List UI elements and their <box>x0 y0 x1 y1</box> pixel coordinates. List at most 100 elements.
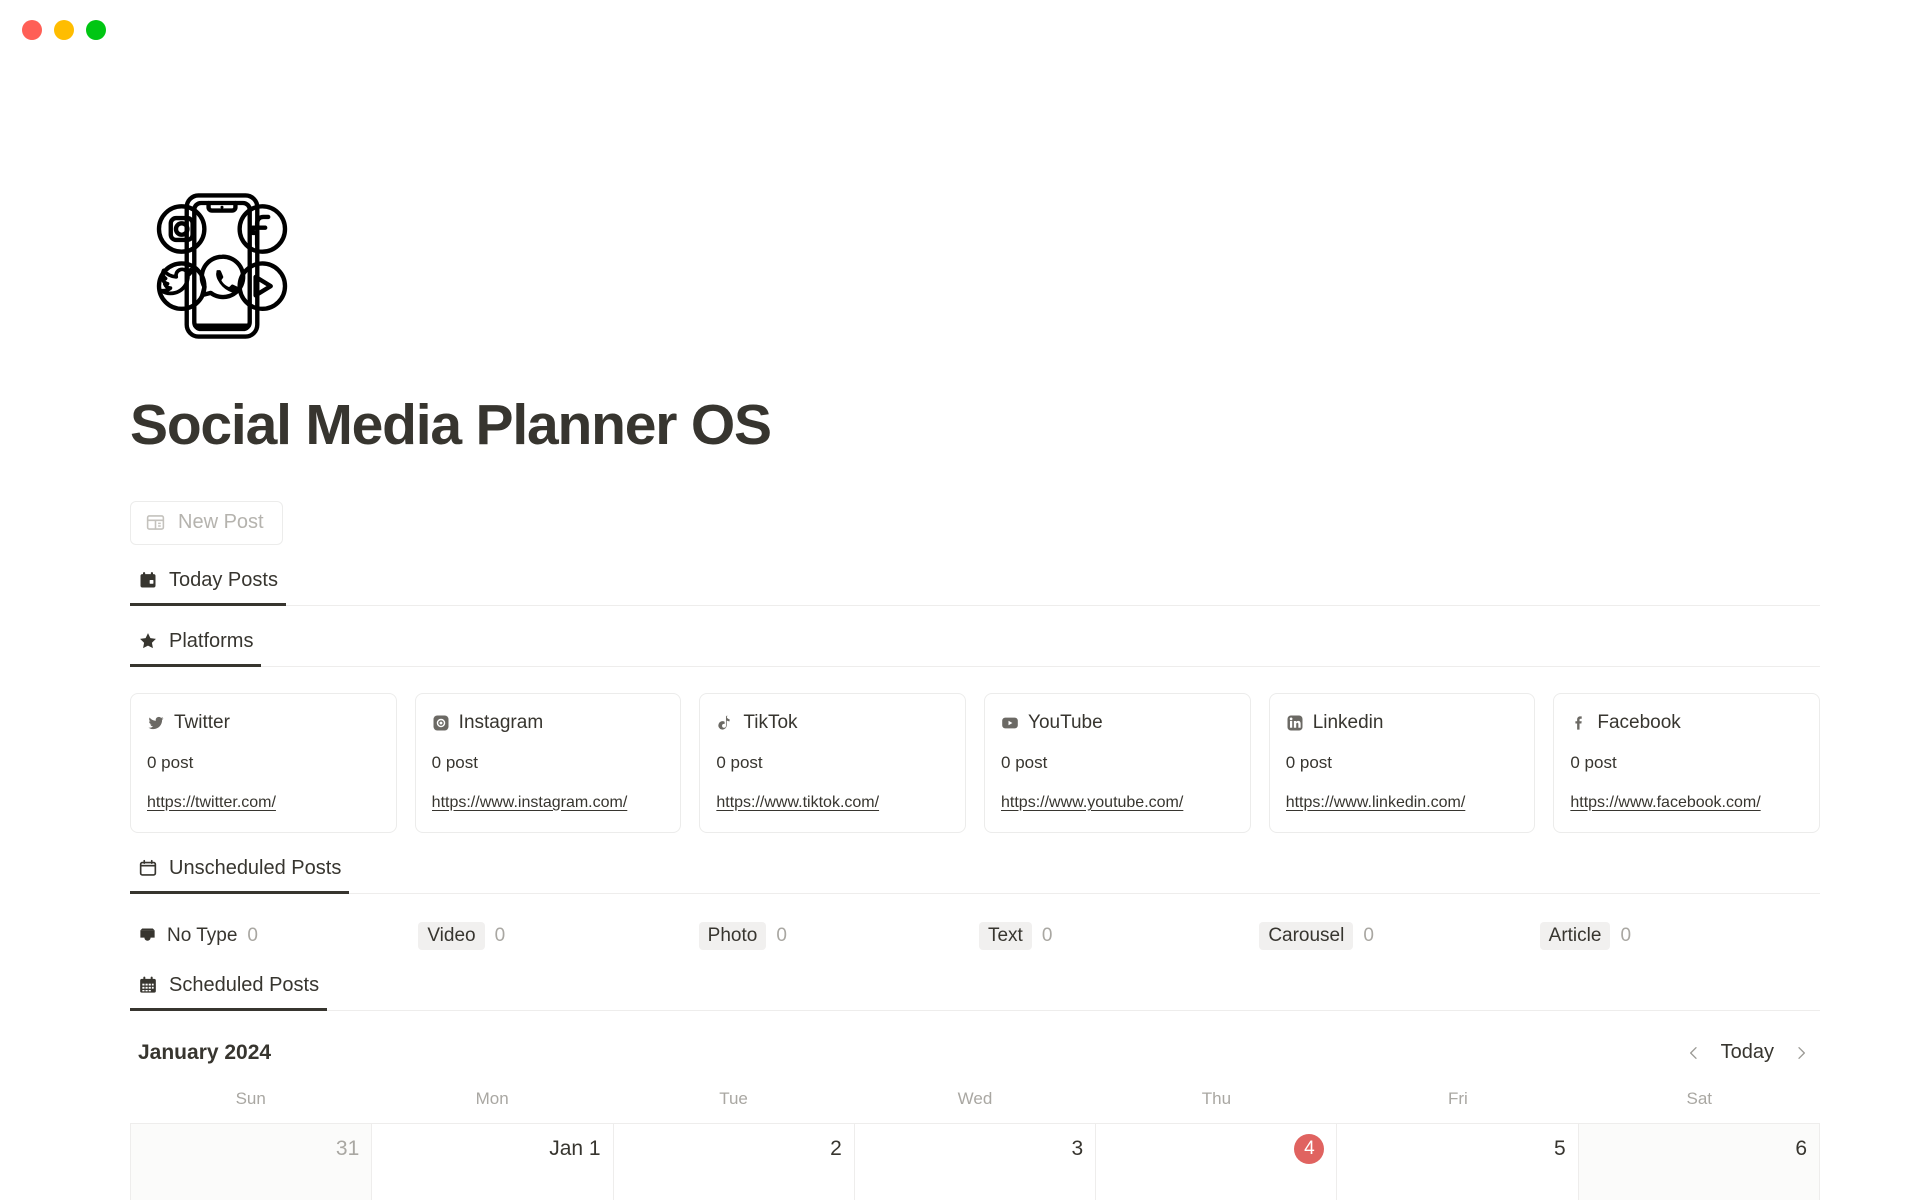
platform-url[interactable]: https://www.youtube.com/ <box>1001 794 1234 812</box>
post-type-list: No Type 0 Video 0 Photo 0 Text 0 Carouse… <box>130 921 1820 950</box>
calendar-day-name: Thu <box>1201 1088 1232 1108</box>
calendar-header: January 2024 Today <box>130 1041 1820 1065</box>
tab-scheduled-posts[interactable]: Scheduled Posts <box>130 973 328 1011</box>
platform-card-tiktok[interactable]: TikTok 0 post https://www.tiktok.com/ <box>699 692 967 833</box>
star-icon <box>138 631 158 651</box>
calendar-cell[interactable]: 6 <box>1578 1123 1820 1200</box>
section-divider <box>130 604 1820 606</box>
new-post-label: New Post <box>178 511 264 534</box>
post-type-label: Photo <box>698 921 767 950</box>
post-type-label: Article <box>1539 921 1611 950</box>
platform-card-header: Twitter <box>147 712 380 734</box>
window-close-button[interactable] <box>22 20 42 40</box>
calendar-nav: Today <box>1683 1041 1812 1064</box>
instagram-icon <box>432 714 450 732</box>
platform-post-count: 0 post <box>1285 752 1332 772</box>
post-type-video[interactable]: Video 0 <box>418 921 698 950</box>
calendar-day-number: 3 <box>1071 1136 1084 1160</box>
platform-card-header: Linkedin <box>1286 712 1519 734</box>
calendar-cell-today[interactable]: 4 <box>1096 1123 1338 1200</box>
tab-today-posts-label: Today Posts <box>169 568 278 591</box>
platform-card-header: TikTok <box>716 712 949 734</box>
platform-card-header: Instagram <box>432 712 665 734</box>
platform-url[interactable]: https://www.instagram.com/ <box>432 794 665 812</box>
calendar-cell[interactable]: 5 <box>1337 1123 1579 1200</box>
calendar-grid: 31 Jan 1 2 3 4 5 6 <box>130 1122 1820 1200</box>
calendar-month-label: January 2024 <box>138 1040 272 1064</box>
gallery-icon <box>145 512 166 533</box>
calendar-day-name: Fri <box>1447 1088 1468 1108</box>
chevron-left-icon[interactable] <box>1683 1042 1705 1064</box>
platform-card-youtube[interactable]: YouTube 0 post https://www.youtube.com/ <box>984 692 1251 833</box>
post-type-count: 0 <box>776 924 787 946</box>
calendar-day-number: 6 <box>1795 1136 1807 1160</box>
platform-name: Twitter <box>174 711 230 733</box>
section-platforms: Platforms Twitter 0 post https://twitter… <box>130 629 1821 833</box>
post-type-carousel[interactable]: Carousel 0 <box>1259 921 1539 950</box>
window-maximize-button[interactable] <box>86 20 106 40</box>
calendar-day-number: 5 <box>1554 1136 1566 1160</box>
tab-platforms-label: Platforms <box>169 629 254 652</box>
section-scheduled-posts: Scheduled Posts January 2024 Today Sun M… <box>130 974 1820 1200</box>
calendar-grid-icon <box>138 975 158 995</box>
post-type-text[interactable]: Text 0 <box>978 921 1259 950</box>
post-type-article[interactable]: Article 0 <box>1539 921 1820 950</box>
post-type-label: Text <box>978 921 1032 950</box>
platform-name: Linkedin <box>1312 711 1384 733</box>
youtube-icon <box>1001 714 1019 732</box>
calendar-day-name: Sat <box>1686 1088 1713 1108</box>
platform-url[interactable]: https://www.linkedin.com/ <box>1286 794 1519 812</box>
calendar-day-number: Jan 1 <box>549 1136 601 1160</box>
post-type-photo[interactable]: Photo 0 <box>698 921 979 950</box>
platform-card-instagram[interactable]: Instagram 0 post https://www.instagram.c… <box>414 692 682 833</box>
platform-url[interactable]: https://www.tiktok.com/ <box>716 794 949 812</box>
post-type-no-type[interactable]: No Type 0 <box>130 925 418 947</box>
platform-post-count: 0 post <box>1001 752 1048 772</box>
platform-card-list: Twitter 0 post https://twitter.com/ Inst… <box>130 692 1821 833</box>
tab-scheduled-posts-label: Scheduled Posts <box>169 973 320 996</box>
window-minimize-button[interactable] <box>54 20 74 40</box>
platform-card-linkedin[interactable]: Linkedin 0 post https://www.linkedin.com… <box>1268 692 1536 833</box>
platform-post-count: 0 post <box>147 752 194 772</box>
platform-card-twitter[interactable]: Twitter 0 post https://twitter.com/ <box>130 692 397 833</box>
platform-name: YouTube <box>1028 711 1103 733</box>
linkedin-icon <box>1286 714 1304 732</box>
platform-url[interactable]: https://twitter.com/ <box>147 794 380 812</box>
new-post-button[interactable]: New Post <box>130 500 283 545</box>
toolbar: New Post <box>130 500 1820 545</box>
tiktok-icon <box>716 714 734 732</box>
calendar-day-name: Sun <box>235 1088 266 1108</box>
calendar-day-name: Tue <box>719 1088 748 1108</box>
calendar-day-name: Mon <box>475 1088 509 1108</box>
platform-post-count: 0 post <box>1570 752 1617 772</box>
calendar-cell[interactable]: 31 <box>131 1123 373 1200</box>
platform-name: TikTok <box>743 711 798 733</box>
calendar-cell[interactable]: 3 <box>854 1123 1097 1200</box>
calendar-today-button[interactable]: Today <box>1721 1041 1774 1064</box>
platform-url[interactable]: https://www.facebook.com/ <box>1570 794 1803 812</box>
post-type-count: 0 <box>494 924 506 946</box>
tab-unscheduled-posts[interactable]: Unscheduled Posts <box>130 856 350 894</box>
page-title: Social Media Planner OS <box>130 393 772 457</box>
section-divider <box>130 1009 1820 1011</box>
platform-name: Instagram <box>458 711 544 733</box>
post-type-count: 0 <box>1620 924 1632 946</box>
tab-platforms[interactable]: Platforms <box>130 629 262 667</box>
tab-today-posts[interactable]: Today Posts <box>130 569 286 606</box>
post-type-label: Carousel <box>1259 921 1354 950</box>
calendar-day-number: 31 <box>335 1136 360 1160</box>
section-today-posts: Today Posts <box>130 569 1820 606</box>
chevron-right-icon[interactable] <box>1790 1042 1812 1064</box>
calendar-filled-icon <box>138 570 158 590</box>
calendar-day-name: Wed <box>957 1088 993 1108</box>
calendar-cell[interactable]: Jan 1 <box>372 1123 614 1200</box>
platform-card-facebook[interactable]: Facebook 0 post https://www.facebook.com… <box>1553 692 1821 833</box>
post-type-label: No Type <box>167 924 238 946</box>
tab-unscheduled-posts-label: Unscheduled Posts <box>169 856 342 879</box>
calendar-cell[interactable]: 2 <box>613 1123 855 1200</box>
twitter-icon <box>147 714 165 732</box>
facebook-icon <box>1570 714 1588 732</box>
post-type-label: Video <box>418 921 485 950</box>
post-type-count: 0 <box>247 924 258 946</box>
post-type-count: 0 <box>1363 924 1374 946</box>
